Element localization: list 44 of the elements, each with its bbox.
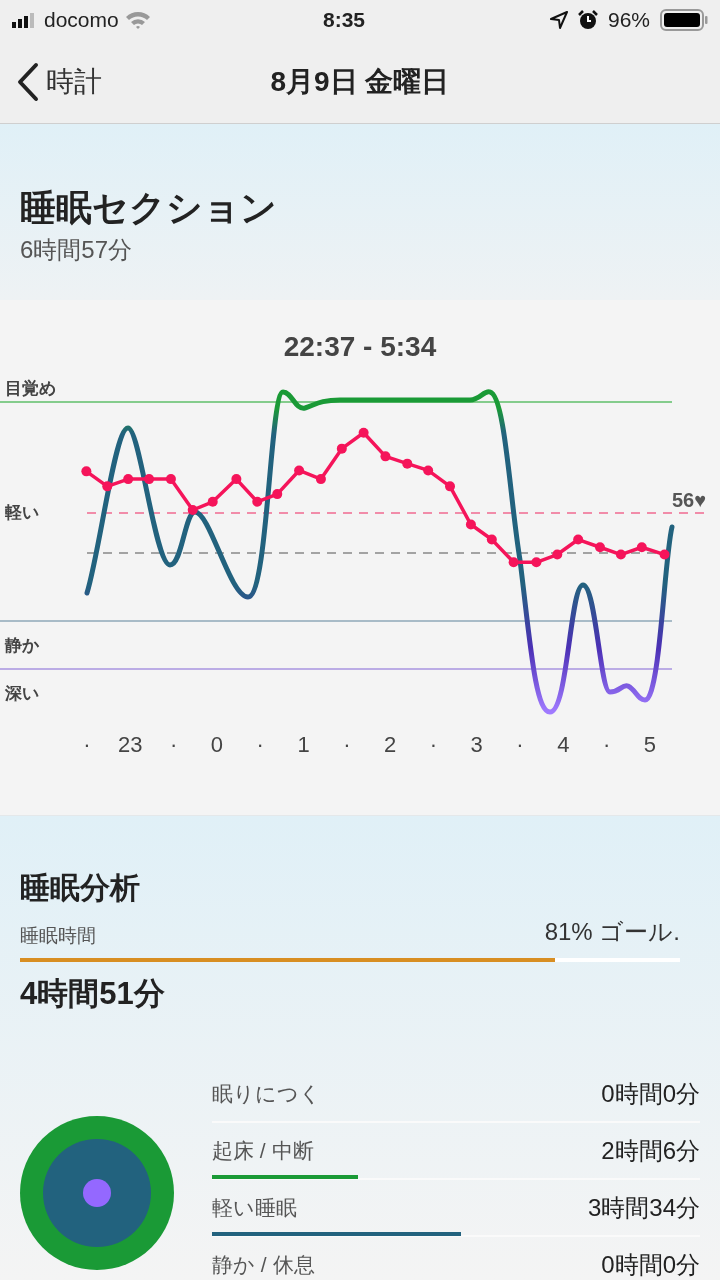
stage-duration: 2時間6分 <box>601 1135 700 1166</box>
hour-label: 4 <box>557 732 570 757</box>
sleep-time-label: 睡眠時間 <box>20 923 96 948</box>
back-button[interactable]: 時計 <box>0 60 102 103</box>
stage-label: 目覚め <box>5 379 56 398</box>
section-title: 睡眠セクション <box>20 186 278 230</box>
hour-label: · <box>516 732 524 757</box>
hour-label: 3 <box>470 732 483 757</box>
stage-duration: 0時間0分 <box>601 1249 700 1280</box>
analysis-title: 睡眠分析 <box>20 870 141 906</box>
time-range: 22:37 - 5:34 <box>283 330 437 364</box>
alarm-clock-icon <box>577 10 598 30</box>
location-arrow-icon <box>549 11 568 29</box>
stage-name: 起床 / 中断 <box>212 1137 314 1164</box>
heart-rate-label: 56♥ <box>672 489 707 511</box>
goal-percent: 81% ゴール. <box>544 917 680 947</box>
clock-time: 8:35 <box>323 7 366 34</box>
hour-label: · <box>602 732 611 757</box>
stage-name: 静か / 休息 <box>212 1251 315 1278</box>
hour-label: 1 <box>297 732 310 757</box>
battery-icon <box>660 9 708 31</box>
stage-duration: 3時間34分 <box>587 1192 700 1223</box>
hour-label: 5 <box>643 732 657 757</box>
total-sleep-time: 4時間51分 <box>20 975 166 1013</box>
wifi-icon <box>124 11 151 29</box>
hour-label: · <box>429 732 438 757</box>
stage-label: 深い <box>5 684 39 703</box>
hour-label: 23 <box>118 732 143 757</box>
battery-percent: 96% <box>607 7 650 34</box>
hour-label: · <box>83 732 91 757</box>
stage-label: 軽い <box>5 503 39 522</box>
hour-label: 2 <box>384 732 397 757</box>
hour-label: 0 <box>210 732 223 757</box>
hour-label: · <box>343 732 351 757</box>
stage-name: 眠りにつく <box>212 1080 321 1107</box>
hour-label: · <box>169 732 178 757</box>
stage-label: 静か <box>5 636 39 655</box>
sleep-duration: 6時間57分 <box>20 235 134 265</box>
chevron-left-icon <box>16 61 40 102</box>
hour-label: · <box>256 732 264 757</box>
nav-title: 8月9日 金曜日 <box>269 64 451 99</box>
carrier-name: docomo <box>44 7 119 34</box>
stage-duration: 0時間0分 <box>601 1078 700 1109</box>
stage-name: 軽い睡眠 <box>212 1194 297 1221</box>
